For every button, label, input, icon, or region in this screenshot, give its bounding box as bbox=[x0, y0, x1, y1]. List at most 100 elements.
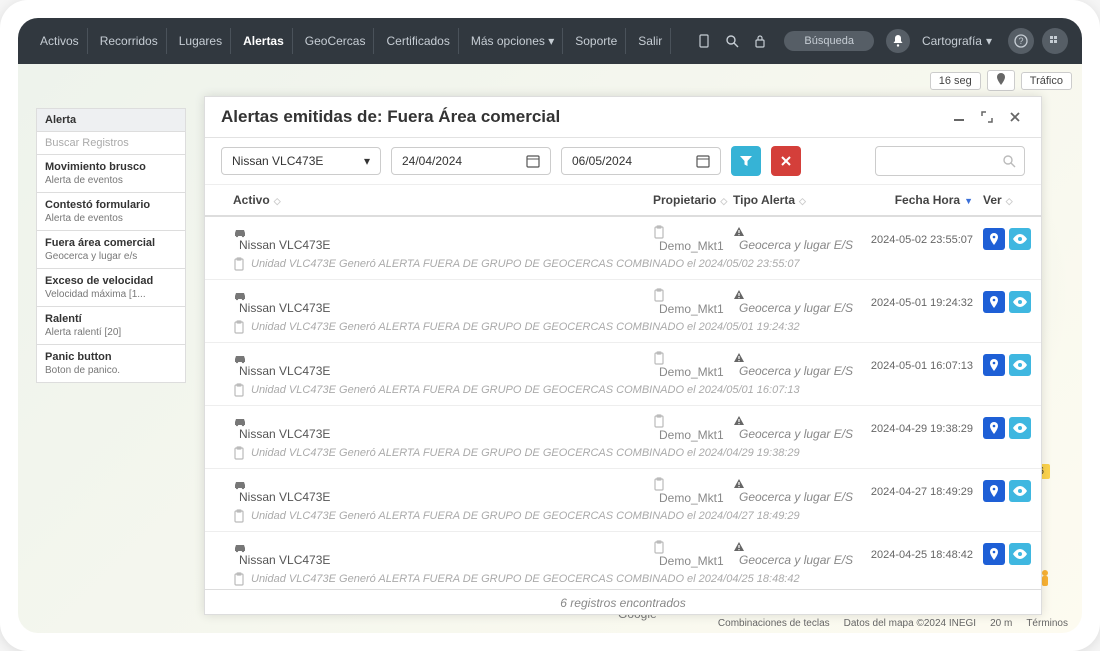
warning-icon bbox=[733, 352, 863, 364]
minimize-button[interactable] bbox=[949, 107, 969, 127]
view-button[interactable] bbox=[1009, 417, 1031, 439]
row-detail: Unidad VLC473E Generó ALERTA FUERA DE GR… bbox=[251, 384, 800, 396]
row-owner: Demo_Mkt1 bbox=[659, 491, 724, 505]
row-datetime: 2024-05-01 16:07:13 bbox=[871, 360, 973, 372]
traffic-chip[interactable]: Tráfico bbox=[1021, 72, 1072, 90]
clipboard-icon bbox=[653, 351, 733, 365]
locate-button[interactable] bbox=[983, 228, 1005, 250]
sidebar-item-1[interactable]: Contestó formulario Alerta de eventos bbox=[36, 193, 186, 231]
row-owner: Demo_Mkt1 bbox=[659, 239, 724, 253]
row-datetime: 2024-04-25 18:48:42 bbox=[871, 549, 973, 561]
alerts-sidebar: Alerta Buscar Registros Movimiento brusc… bbox=[36, 108, 186, 383]
col-propietario[interactable]: Propietario bbox=[653, 193, 716, 207]
nav-more-options[interactable]: Más opciones ▾ bbox=[463, 28, 563, 54]
table-row: Nissan VLC473EDemo_Mkt1Geocerca y lugar … bbox=[205, 469, 1041, 532]
date-start-input[interactable]: 24/04/2024 bbox=[391, 147, 551, 175]
nav-lugares[interactable]: Lugares bbox=[171, 28, 231, 54]
clipboard-icon bbox=[233, 383, 245, 397]
locate-button[interactable] bbox=[983, 291, 1005, 313]
row-detail: Unidad VLC473E Generó ALERTA FUERA DE GR… bbox=[251, 321, 800, 333]
nav-recorridos[interactable]: Recorridos bbox=[92, 28, 167, 54]
sidebar-item-subtitle: Velocidad máxima [1... bbox=[45, 289, 177, 300]
locate-button[interactable] bbox=[983, 543, 1005, 565]
view-button[interactable] bbox=[1009, 228, 1031, 250]
clipboard-icon bbox=[233, 572, 245, 586]
table-row: Nissan VLC473EDemo_Mkt1Geocerca y lugar … bbox=[205, 217, 1041, 280]
view-button[interactable] bbox=[1009, 291, 1031, 313]
notifications-icon[interactable] bbox=[886, 29, 910, 53]
sidebar-item-title: Panic button bbox=[45, 351, 177, 363]
table-row: Nissan VLC473EDemo_Mkt1Geocerca y lugar … bbox=[205, 532, 1041, 589]
sidebar-item-title: Exceso de velocidad bbox=[45, 275, 177, 287]
nav-salir[interactable]: Salir bbox=[630, 28, 671, 54]
locate-button[interactable] bbox=[983, 417, 1005, 439]
clipboard-icon bbox=[653, 414, 733, 428]
apps-icon[interactable] bbox=[1042, 28, 1068, 54]
table-header: Activo◇ Propietario◇ Tipo Alerta◇ Fecha … bbox=[205, 185, 1041, 217]
lock-icon[interactable] bbox=[748, 29, 772, 53]
sidebar-item-title: Contestó formulario bbox=[45, 199, 177, 211]
sidebar-item-subtitle: Alerta de eventos bbox=[45, 213, 177, 224]
clipboard-icon bbox=[653, 477, 733, 491]
row-alert-type: Geocerca y lugar E/S bbox=[739, 364, 853, 378]
search-icon[interactable] bbox=[720, 29, 744, 53]
warning-icon bbox=[733, 478, 863, 490]
map-footer-terms[interactable]: Términos bbox=[1026, 618, 1068, 629]
row-asset: Nissan VLC473E bbox=[239, 427, 330, 441]
clear-filter-button[interactable] bbox=[771, 146, 801, 176]
sidebar-item-2[interactable]: Fuera área comercialGeocerca y lugar e/s bbox=[36, 231, 186, 269]
nav-geocercas[interactable]: GeoCercas bbox=[297, 28, 375, 54]
warning-icon bbox=[733, 226, 863, 238]
sidebar-item-5[interactable]: Panic buttonBoton de panico. bbox=[36, 345, 186, 383]
car-icon bbox=[233, 226, 653, 238]
refresh-timer-chip: 16 seg bbox=[930, 72, 981, 90]
view-button[interactable] bbox=[1009, 543, 1031, 565]
row-alert-type: Geocerca y lugar E/S bbox=[739, 553, 853, 567]
row-asset: Nissan VLC473E bbox=[239, 490, 330, 504]
asset-select[interactable]: Nissan VLC473E▾ bbox=[221, 147, 381, 175]
clipboard-icon bbox=[233, 257, 245, 271]
row-owner: Demo_Mkt1 bbox=[659, 302, 724, 316]
col-tipo-alerta[interactable]: Tipo Alerta bbox=[733, 193, 795, 207]
clipboard-icon bbox=[233, 509, 245, 523]
locate-button[interactable] bbox=[983, 480, 1005, 502]
locate-button[interactable] bbox=[983, 354, 1005, 376]
nav-alertas[interactable]: Alertas bbox=[235, 28, 293, 54]
filter-button[interactable] bbox=[731, 146, 761, 176]
mobile-icon[interactable] bbox=[692, 29, 716, 53]
global-search[interactable]: Búsqueda bbox=[784, 31, 874, 51]
location-chip[interactable] bbox=[987, 70, 1015, 91]
sidebar-item-0[interactable]: Movimiento bruscoAlerta de eventos bbox=[36, 155, 186, 193]
top-nav: Activos Recorridos Lugares Alertas GeoCe… bbox=[18, 18, 1082, 64]
clipboard-icon bbox=[653, 288, 733, 302]
date-end-input[interactable]: 06/05/2024 bbox=[561, 147, 721, 175]
row-owner: Demo_Mkt1 bbox=[659, 428, 724, 442]
svg-text:?: ? bbox=[1018, 36, 1023, 46]
sidebar-item-4[interactable]: RalentíAlerta ralentí [20] bbox=[36, 307, 186, 345]
col-fecha-hora[interactable]: Fecha Hora bbox=[895, 193, 960, 207]
col-activo[interactable]: Activo bbox=[233, 193, 270, 207]
row-datetime: 2024-04-27 18:49:29 bbox=[871, 486, 973, 498]
car-icon bbox=[233, 478, 653, 490]
help-icon[interactable]: ? bbox=[1008, 28, 1034, 54]
table-row: Nissan VLC473EDemo_Mkt1Geocerca y lugar … bbox=[205, 343, 1041, 406]
view-button[interactable] bbox=[1009, 480, 1031, 502]
nav-soporte[interactable]: Soporte bbox=[567, 28, 626, 54]
expand-button[interactable] bbox=[977, 107, 997, 127]
row-detail: Unidad VLC473E Generó ALERTA FUERA DE GR… bbox=[251, 258, 800, 270]
map-footer-keyboard[interactable]: Combinaciones de teclas bbox=[718, 618, 830, 629]
close-button[interactable] bbox=[1005, 107, 1025, 127]
map-footer-scale: 20 m bbox=[990, 618, 1012, 629]
nav-activos[interactable]: Activos bbox=[32, 28, 88, 54]
warning-icon bbox=[733, 541, 863, 553]
table-row: Nissan VLC473EDemo_Mkt1Geocerca y lugar … bbox=[205, 280, 1041, 343]
sidebar-item-3[interactable]: Exceso de velocidad Velocidad máxima [1..… bbox=[36, 269, 186, 307]
sidebar-item-title: Movimiento brusco bbox=[45, 161, 177, 173]
table-search-input[interactable] bbox=[875, 146, 1025, 176]
sidebar-search-input[interactable]: Buscar Registros bbox=[36, 132, 186, 155]
view-button[interactable] bbox=[1009, 354, 1031, 376]
warning-icon bbox=[733, 415, 863, 427]
row-asset: Nissan VLC473E bbox=[239, 364, 330, 378]
cartography-menu[interactable]: Cartografía ▾ bbox=[914, 34, 1000, 48]
nav-certificados[interactable]: Certificados bbox=[378, 28, 458, 54]
